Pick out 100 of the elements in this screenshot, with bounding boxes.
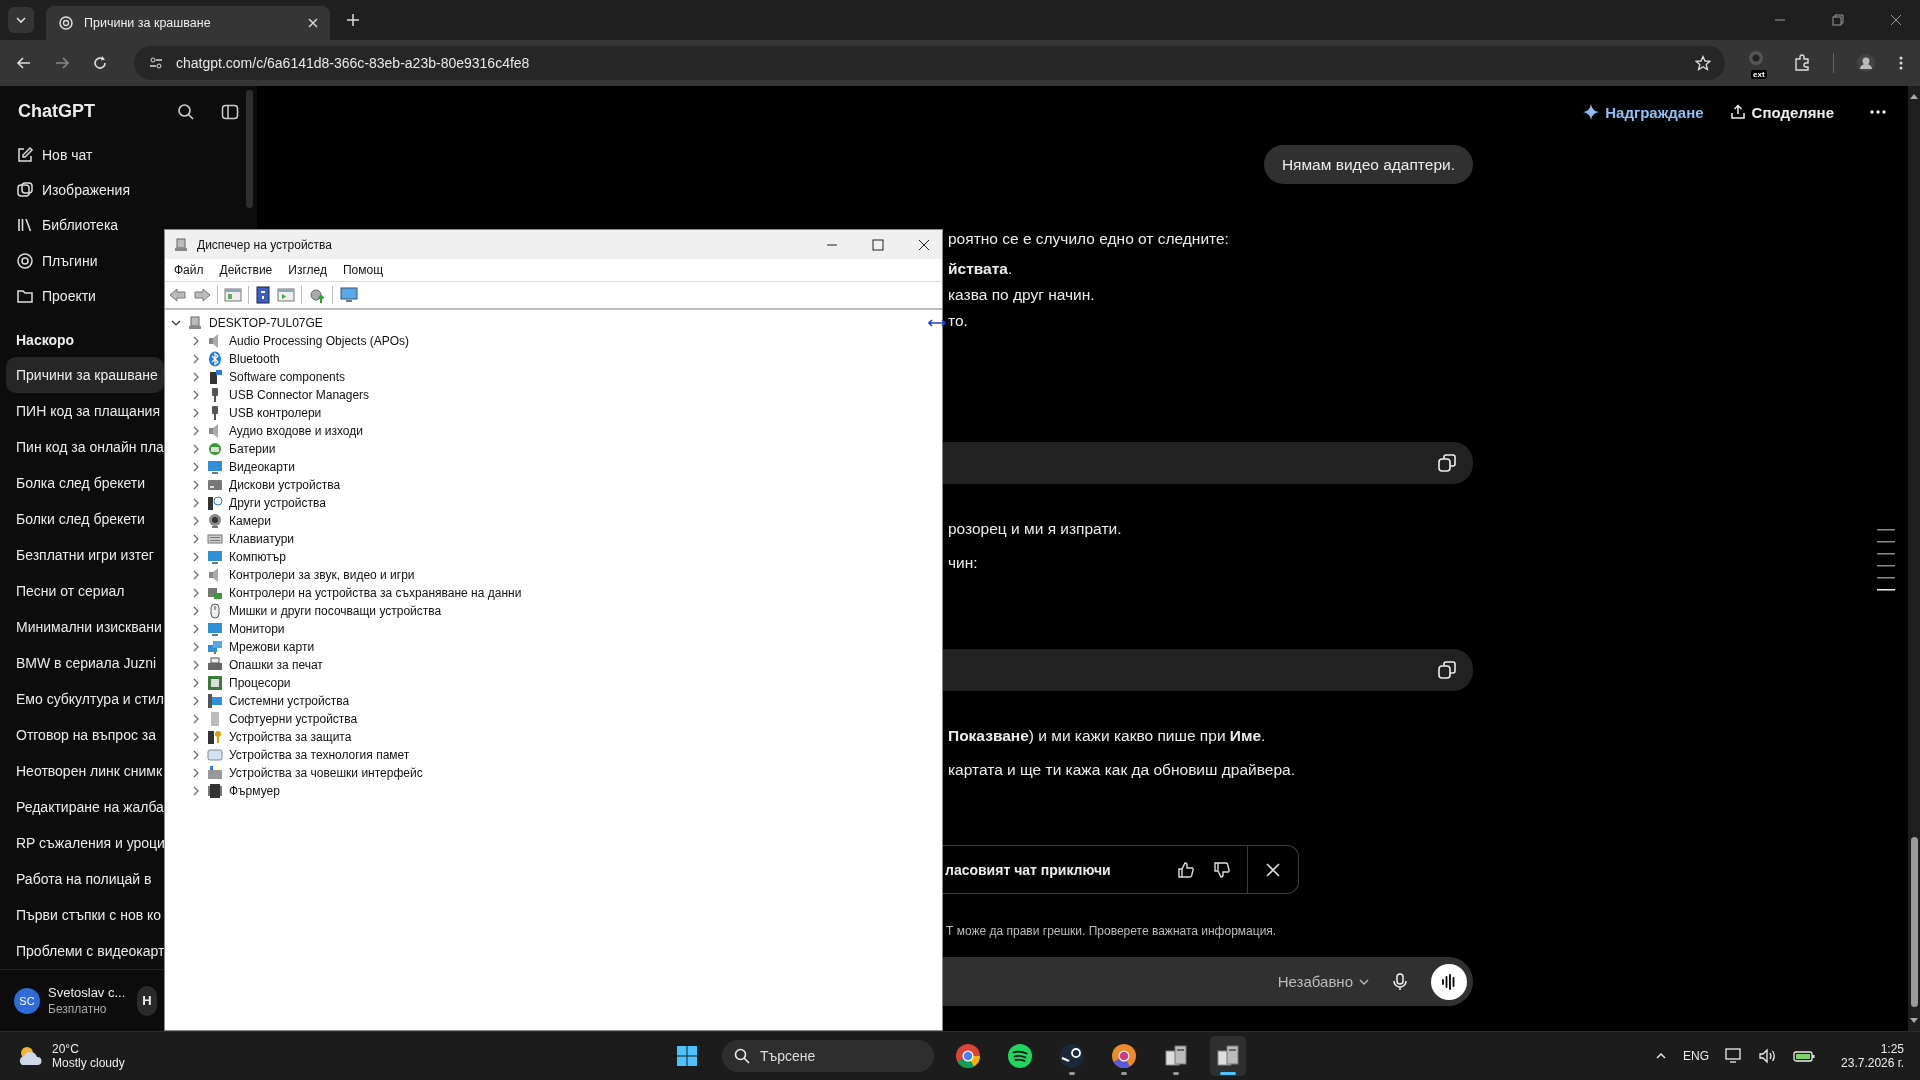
thumbs-up-icon[interactable] <box>1177 860 1195 879</box>
close-icon[interactable] <box>918 238 930 251</box>
chat-history-item[interactable]: Неотворен линк снимк <box>6 753 164 790</box>
tree-item[interactable]: Видеокарти <box>229 460 295 474</box>
voice-mode-button[interactable] <box>1431 963 1467 1000</box>
reload-icon[interactable] <box>92 55 108 71</box>
sidebar-nav-item[interactable]: Библиотека <box>0 207 135 244</box>
expand-chevron-icon[interactable] <box>191 426 201 436</box>
chat-history-item[interactable]: Песни от сериал <box>6 573 164 610</box>
message-composer[interactable]: Незабавно <box>943 957 1473 1006</box>
tree-item[interactable]: DESKTOP-7UL07GE <box>209 316 323 330</box>
expand-chevron-icon[interactable] <box>191 552 201 562</box>
more-options-icon[interactable] <box>1870 110 1886 114</box>
puzzle-icon[interactable] <box>1793 54 1811 72</box>
scrollbar-thumb[interactable] <box>1910 837 1918 1007</box>
expand-chevron-icon[interactable] <box>191 444 201 454</box>
clock-time[interactable]: 1:25 <box>1880 1042 1904 1056</box>
chat-history-item[interactable]: ПИН код за плащания <box>6 393 164 430</box>
close-icon[interactable] <box>1890 14 1902 26</box>
expand-chevron-icon[interactable] <box>191 750 201 760</box>
expand-chevron-icon[interactable] <box>191 660 201 670</box>
chat-history-item[interactable]: Редактиране на жалба <box>6 789 164 826</box>
sidebar-nav-item[interactable]: Проекти <box>0 278 112 314</box>
tree-item[interactable]: USB Connector Managers <box>229 388 370 402</box>
sidebar-scrollbar[interactable] <box>246 90 253 208</box>
tree-item[interactable]: Устройства за човешки интерфейс <box>229 766 423 780</box>
expand-chevron-icon[interactable] <box>191 336 201 346</box>
tree-item[interactable]: Батерии <box>229 442 276 456</box>
upgrade-button[interactable]: Н <box>137 985 157 1016</box>
tree-item[interactable]: USB контролери <box>229 406 322 420</box>
chat-history-item[interactable]: Работа на полицай в <box>6 861 164 898</box>
tree-item[interactable]: Опашки за печат <box>229 658 323 672</box>
microphone-icon[interactable] <box>1391 972 1409 991</box>
panel-play-icon[interactable] <box>277 287 295 303</box>
expand-chevron-icon[interactable] <box>191 696 201 706</box>
share-button[interactable]: Споделяне <box>1729 103 1834 121</box>
collapse-chevron-icon[interactable] <box>171 318 181 328</box>
expand-chevron-icon[interactable] <box>191 678 201 688</box>
app-title[interactable]: ChatGPT <box>18 101 151 122</box>
extension-button[interactable]: ext <box>1747 50 1771 76</box>
expand-chevron-icon[interactable] <box>191 606 201 616</box>
expand-chevron-icon[interactable] <box>191 462 201 472</box>
expand-chevron-icon[interactable] <box>191 480 201 490</box>
expand-chevron-icon[interactable] <box>191 768 201 778</box>
tree-item[interactable]: Системни устройства <box>229 694 350 708</box>
monitor-scan-icon[interactable] <box>339 286 359 304</box>
upgrade-button[interactable]: Надграждане <box>1583 103 1704 121</box>
search-icon[interactable] <box>177 102 195 121</box>
tree-item[interactable]: Устройства за технология памет <box>229 748 410 762</box>
chat-history-item[interactable]: Минимални изисквани <box>6 609 164 646</box>
menu-item[interactable]: Действие <box>219 263 273 277</box>
thumbs-down-icon[interactable] <box>1213 860 1231 879</box>
tree-item[interactable]: Други устройства <box>229 496 326 510</box>
menu-item[interactable]: Помощ <box>342 263 384 277</box>
expand-chevron-icon[interactable] <box>191 570 201 580</box>
expand-chevron-icon[interactable] <box>191 372 201 382</box>
forward-icon[interactable] <box>54 55 70 71</box>
tree-item[interactable]: Компютър <box>229 550 286 564</box>
tree-item[interactable]: Монитори <box>229 622 285 636</box>
tree-item[interactable]: Мрежови карти <box>229 640 315 654</box>
window-panel-icon[interactable] <box>224 287 242 303</box>
maximize-icon[interactable] <box>872 238 884 251</box>
chat-history-item[interactable]: Причини за крашване <box>6 357 164 394</box>
back-arrow-icon[interactable] <box>169 287 187 303</box>
chat-history-item[interactable]: Проблеми с видеокарт <box>6 933 164 970</box>
expand-chevron-icon[interactable] <box>191 516 201 526</box>
tree-item[interactable]: Контролери на устройства за съхраняване на данни <box>229 586 522 600</box>
expand-chevron-icon[interactable] <box>191 714 201 724</box>
expand-chevron-icon[interactable] <box>191 732 201 742</box>
tree-item[interactable]: Software components <box>229 370 346 384</box>
address-bar[interactable]: chatgpt.com/c/6a6141d8-366c-83eb-a23b-80e9316c4fe8 <box>134 46 1725 80</box>
scroll-down-icon[interactable] <box>1908 1017 1920 1025</box>
chat-history-item[interactable]: Болка след брекети <box>6 465 164 502</box>
taskbar-search-field[interactable]: Търсене <box>722 1040 934 1072</box>
tree-item[interactable]: Процесори <box>229 676 291 690</box>
copy-icon[interactable] <box>1437 660 1457 680</box>
expand-chevron-icon[interactable] <box>191 588 201 598</box>
chat-history-item[interactable]: Отговор на въпрос за <box>6 717 164 754</box>
message-markers-icon[interactable] <box>1877 529 1895 591</box>
clock-date[interactable]: 23.7.2026 г. <box>1841 1056 1904 1070</box>
tree-item[interactable]: Устройства за защита <box>229 730 352 744</box>
expand-chevron-icon[interactable] <box>191 390 201 400</box>
menu-item[interactable]: Изглед <box>288 263 327 277</box>
chat-history-item[interactable]: Емо субкултура и стил <box>6 681 164 718</box>
copy-icon[interactable] <box>1437 453 1457 473</box>
tree-item[interactable]: Софтуерни устройства <box>229 712 358 726</box>
chat-history-item[interactable]: Безплатни игри изтег <box>6 537 164 574</box>
tree-item[interactable]: Фърмуер <box>229 784 280 798</box>
forward-arrow-icon[interactable] <box>193 287 211 303</box>
help-book-icon[interactable] <box>255 286 271 304</box>
tree-item[interactable]: Мишки и други посочващи устройства <box>229 604 442 618</box>
sidebar-nav-item[interactable]: Нов чат <box>0 137 109 173</box>
taskbar-app[interactable] <box>1210 1036 1246 1076</box>
expand-chevron-icon[interactable] <box>191 354 201 364</box>
chat-history-item[interactable]: Пин код за онлайн пла <box>6 429 164 466</box>
expand-chevron-icon[interactable] <box>191 786 201 796</box>
model-mode-dropdown[interactable]: Незабавно <box>1277 973 1369 990</box>
tree-item[interactable]: Контролери за звук, видео и игри <box>229 568 415 582</box>
user-avatar[interactable]: SC <box>14 987 40 1014</box>
tree-item[interactable]: Bluetooth <box>229 352 280 366</box>
